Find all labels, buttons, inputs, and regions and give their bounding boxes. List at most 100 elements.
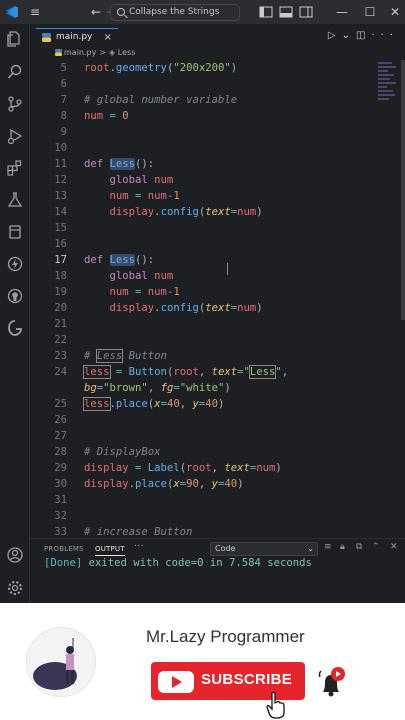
line-number: 7 xyxy=(60,94,67,106)
minimize-icon[interactable]: — xyxy=(334,4,350,20)
remote-icon[interactable] xyxy=(6,223,24,241)
line-number: 20 xyxy=(54,302,67,314)
breadcrumb-symbol[interactable]: Less xyxy=(118,48,136,57)
function-symbol-icon: ◈ xyxy=(109,48,116,57)
line-number: 29 xyxy=(54,462,67,474)
code-line-active: 17 def Less(): xyxy=(30,252,405,268)
run-file-icon[interactable]: ▷ xyxy=(328,30,342,41)
chevron-down-icon: ⌄ xyxy=(307,544,314,553)
line-number: 31 xyxy=(54,494,67,506)
line-number: 18 xyxy=(54,270,67,282)
tab-problems[interactable]: PROBLEMS xyxy=(44,545,84,553)
line-number: 21 xyxy=(54,318,67,330)
extensions-icon[interactable] xyxy=(6,159,24,177)
source-control-icon[interactable] xyxy=(6,95,24,113)
subscribe-label: SUBSCRIBE xyxy=(201,671,293,688)
breadcrumb-file[interactable]: main.py xyxy=(64,48,96,57)
layout-split-icon[interactable] xyxy=(298,4,314,20)
copy-icon[interactable]: ⧉ xyxy=(356,542,362,552)
layout-panel-icon[interactable] xyxy=(278,4,294,20)
line-number: 33 xyxy=(54,526,67,538)
search-text: Collapse the Strings xyxy=(129,7,220,17)
code-line: 33 # increase Button xyxy=(30,524,405,538)
output-channel-select[interactable]: Code ⌄ xyxy=(210,542,318,556)
youtube-play-icon xyxy=(158,671,194,693)
live-share-icon[interactable] xyxy=(6,255,24,273)
line-number: 16 xyxy=(54,238,67,250)
line-number: 26 xyxy=(54,414,67,426)
code-line: 14 display.config(text=num) xyxy=(30,204,405,220)
code-line: 30 display.place(x=90, y=40) xyxy=(30,476,405,492)
code-line: 16 xyxy=(30,236,405,252)
notification-bell-icon[interactable] xyxy=(313,665,349,701)
line-number: 27 xyxy=(54,430,67,442)
activity-bar xyxy=(0,24,30,603)
code-line: 25 less.place(x=40, y=40) xyxy=(30,396,405,412)
panel-more-icon[interactable]: ··· xyxy=(134,541,144,552)
code-line: 19 num = num-1 xyxy=(30,284,405,300)
chevron-up-icon[interactable]: ⌃ xyxy=(372,542,380,552)
vscode-window: ≡ ← → Collapse the Strings — ☐ ✕ xyxy=(0,0,405,603)
account-icon[interactable] xyxy=(6,546,24,564)
tab-output[interactable]: OUTPUT xyxy=(95,545,125,556)
code-line: 26 xyxy=(30,412,405,428)
lock-icon[interactable]: 🔒︎ xyxy=(340,542,345,552)
code-line: 27 xyxy=(30,428,405,444)
tab-main-py[interactable]: main.py × xyxy=(36,28,118,46)
minimap[interactable] xyxy=(378,60,400,140)
tab-close-icon[interactable]: × xyxy=(104,29,112,46)
line-number: 32 xyxy=(54,510,67,522)
channel-name: Mr.Lazy Programmer xyxy=(146,627,305,646)
maximize-icon[interactable]: ☐ xyxy=(362,4,378,20)
line-number: 9 xyxy=(60,126,67,138)
tab-label: main.py xyxy=(56,32,93,42)
back-arrow-icon[interactable]: ← xyxy=(88,4,104,20)
line-number: 28 xyxy=(54,446,67,458)
close-icon[interactable]: ✕ xyxy=(387,4,403,20)
code-line: 29 display = Label(root, text=num) xyxy=(30,460,405,476)
code-line: 8 num = 0 xyxy=(30,108,405,124)
run-dropdown-icon[interactable]: ⌄ xyxy=(342,30,356,41)
split-editor-icon[interactable]: ◫ xyxy=(356,30,371,41)
explorer-icon[interactable] xyxy=(6,30,24,48)
code-line: 22 xyxy=(30,332,405,348)
settings-gear-icon[interactable] xyxy=(6,579,24,597)
line-number: 13 xyxy=(54,190,67,202)
search-icon[interactable] xyxy=(6,63,24,81)
vscode-logo[interactable] xyxy=(5,5,19,19)
python-file-icon xyxy=(42,33,51,42)
python-file-icon xyxy=(55,49,62,56)
line-number: 15 xyxy=(54,222,67,234)
testing-icon[interactable] xyxy=(6,191,24,209)
line-number: 25 xyxy=(54,398,67,410)
more-actions-icon[interactable]: ··· xyxy=(371,30,399,41)
line-number: 12 xyxy=(54,174,67,186)
editor-scrollbar[interactable] xyxy=(401,60,405,320)
layout-sidebar-icon[interactable] xyxy=(258,4,274,20)
breadcrumb-separator: > xyxy=(99,48,107,57)
run-debug-icon[interactable] xyxy=(6,127,24,145)
copilot-icon[interactable] xyxy=(6,319,24,337)
close-panel-icon[interactable]: ✕ xyxy=(390,542,398,552)
menu-icon[interactable]: ≡ xyxy=(27,4,43,20)
code-editor[interactable]: 5 root.geometry("200x200") 6 7 # global nu… xyxy=(30,60,405,538)
bottom-panel: PROBLEMS OUTPUT ··· Code ⌄ ≡ 🔒︎ ⧉ ⌃ ✕ [D… xyxy=(30,538,405,603)
code-line: bg="brown", fg="white") xyxy=(84,382,231,394)
output-message: exited with code=0 in 7.584 seconds xyxy=(82,557,312,569)
line-number: 14 xyxy=(54,206,67,218)
code-line: 12 global num xyxy=(30,172,405,188)
output-done-tag: [Done] xyxy=(44,557,83,569)
code-line: 28 # DisplayBox xyxy=(30,444,405,460)
command-center-search[interactable]: Collapse the Strings xyxy=(110,4,240,21)
code-line: 9 xyxy=(30,124,405,140)
code-line: 20 display.config(text=num) xyxy=(30,300,405,316)
code-line: 7 # global number variable xyxy=(30,92,405,108)
github-icon[interactable] xyxy=(6,287,24,305)
code-line: 24 less = Button(root, text="Less", xyxy=(30,364,405,380)
filter-list-icon[interactable]: ≡ xyxy=(324,542,332,552)
editor-tabs: main.py × ▷⌄◫··· xyxy=(30,28,405,46)
line-number: 24 xyxy=(54,366,67,378)
text-cursor xyxy=(227,263,228,275)
search-icon xyxy=(117,8,125,16)
line-number: 6 xyxy=(60,78,67,90)
